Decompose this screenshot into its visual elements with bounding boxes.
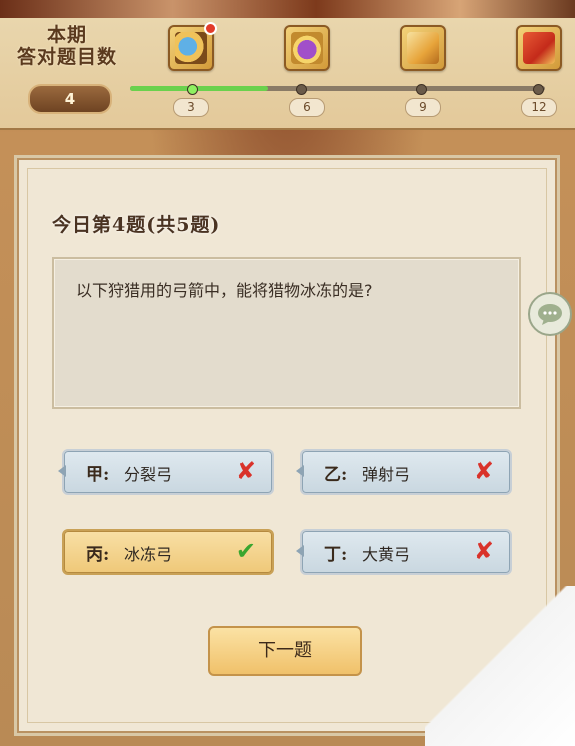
wrong-mark-icon: ✘ <box>473 537 494 565</box>
red-pack-icon <box>523 32 555 64</box>
chat-icon <box>538 304 562 325</box>
scroll-icon <box>407 32 439 64</box>
option-a[interactable]: 甲: 分裂弓 ✘ <box>58 449 274 495</box>
question-box: 以下狩猎用的弓箭中，能将猎物冰冻的是? <box>52 257 521 409</box>
new-reward-dot <box>204 22 217 35</box>
milestone-label: 12 <box>521 98 557 117</box>
reward-chest-2[interactable] <box>284 25 330 71</box>
progress-fill <box>130 86 269 91</box>
correct-count-value: 4 <box>28 84 112 114</box>
milestone-node <box>187 84 198 95</box>
count-title-line1: 本期 <box>46 24 87 46</box>
milestone-node <box>416 84 427 95</box>
page-curl <box>425 586 575 746</box>
reward-chest-1[interactable] <box>168 22 217 71</box>
reward-chest-4[interactable] <box>516 25 562 71</box>
reward-progress-bar: 本期 答对题目数 4 3 6 9 12 <box>0 18 575 130</box>
question-counter: 今日第4题(共5题) <box>52 214 221 236</box>
scene-art <box>0 0 575 20</box>
milestone-node <box>533 84 544 95</box>
wrong-mark-icon: ✘ <box>473 457 494 485</box>
option-c-label: 丙: <box>86 545 110 565</box>
chat-button[interactable] <box>528 292 572 336</box>
wrong-mark-icon: ✘ <box>235 457 256 485</box>
milestone-label: 3 <box>173 98 209 117</box>
correct-count-block: 本期 答对题目数 4 <box>6 24 128 124</box>
option-c-text: 冰冻弓 <box>124 545 173 564</box>
option-d[interactable]: 丁: 大黄弓 ✘ <box>296 529 512 575</box>
purple-pouch-icon <box>291 32 323 64</box>
milestone-node <box>296 84 307 95</box>
next-question-button[interactable]: 下一题 <box>208 626 362 676</box>
option-a-label: 甲: <box>86 465 110 485</box>
option-b[interactable]: 乙: 弹射弓 ✘ <box>296 449 512 495</box>
option-d-label: 丁: <box>324 545 348 565</box>
option-d-text: 大黄弓 <box>362 545 411 564</box>
milestone-label: 6 <box>289 98 325 117</box>
reward-chest-3[interactable] <box>400 25 446 71</box>
option-c[interactable]: 丙: 冰冻弓 ✔ <box>62 529 274 575</box>
check-mark-icon: ✔ <box>235 537 256 565</box>
option-b-label: 乙: <box>324 465 348 485</box>
option-b-text: 弹射弓 <box>362 465 411 484</box>
option-a-text: 分裂弓 <box>124 465 173 484</box>
question-text: 以下狩猎用的弓箭中，能将猎物冰冻的是? <box>76 281 373 300</box>
wave-badge-icon <box>175 32 207 64</box>
progress-track <box>130 84 545 95</box>
count-title-line2: 答对题目数 <box>16 46 117 68</box>
milestone-label: 9 <box>405 98 441 117</box>
